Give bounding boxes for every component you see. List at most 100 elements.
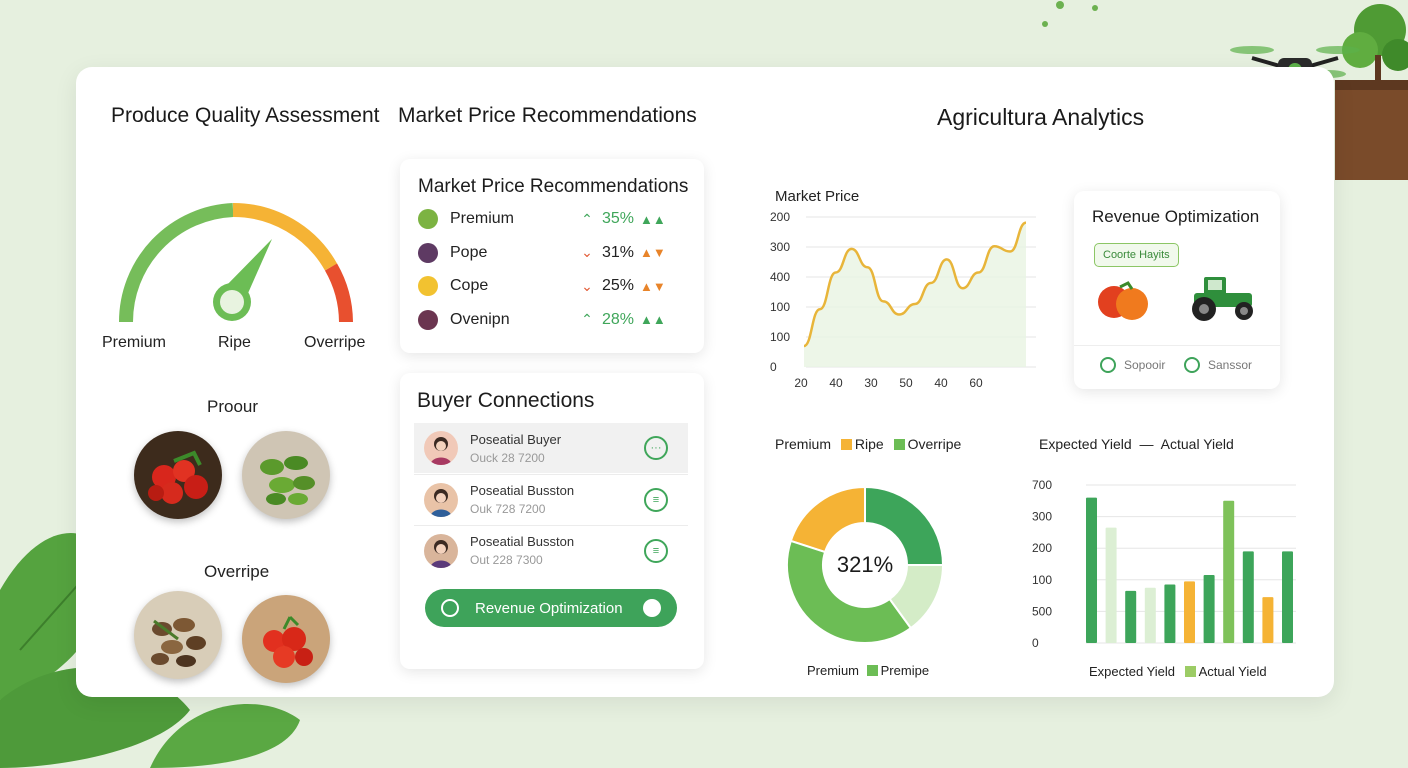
y-tick-label: 0 bbox=[1032, 636, 1039, 650]
contact-card-icon[interactable]: ≡ bbox=[644, 538, 668, 563]
bar-title-expected: Expected Yield bbox=[1039, 436, 1132, 452]
donut-legend-overripe: Overripe bbox=[907, 436, 962, 452]
buyer-connections-card: Buyer Connections Poseatial Buyer Ouck 28… bbox=[400, 373, 704, 669]
line-area bbox=[804, 222, 1026, 367]
yield-bar bbox=[1184, 581, 1195, 643]
produce-dot-icon bbox=[418, 309, 438, 330]
y-tick-label: 200 bbox=[770, 210, 790, 224]
x-tick-label: 50 bbox=[899, 376, 913, 390]
avatar bbox=[424, 533, 458, 568]
bar-legend: Expected Yield Actual Yield bbox=[1089, 664, 1267, 679]
yield-bar bbox=[1125, 590, 1137, 643]
quality-gauge bbox=[118, 202, 353, 323]
buyer-card-title: Buyer Connections bbox=[417, 389, 595, 412]
buyer-row[interactable]: Poseatial Busston Out 228 7300 ≡ bbox=[414, 525, 688, 575]
tractor-icon bbox=[1192, 277, 1253, 321]
search-icon bbox=[441, 599, 459, 617]
tomato-photo bbox=[134, 431, 222, 519]
contact-card-icon[interactable]: ≡ bbox=[644, 487, 668, 512]
premipe-swatch bbox=[866, 665, 878, 676]
market-price-line-chart: 200 300 400 100 100 0 20 40 30 50 40 60 bbox=[770, 210, 1036, 390]
market-row-name: Ovenipn bbox=[450, 310, 510, 328]
yield-bar bbox=[1282, 551, 1293, 643]
avatar bbox=[424, 482, 458, 517]
market-row-pct: 35% bbox=[602, 210, 635, 227]
trend-up-icon: ▲▲ bbox=[640, 211, 666, 227]
chevron-up-icon: ⌃ bbox=[581, 311, 593, 327]
market-price-card: Market Price Recommendations Premium ⌃ 35%… bbox=[400, 159, 704, 353]
tomatoes-icon bbox=[1098, 281, 1148, 320]
line-chart-title: Market Price bbox=[775, 188, 860, 205]
avatar bbox=[424, 431, 458, 465]
produce-dot-icon bbox=[418, 242, 438, 263]
sensor-icon bbox=[1184, 357, 1200, 373]
buyer-row[interactable]: Poseatial Busston Ouk 728 7200 ≡ bbox=[414, 474, 688, 524]
market-price-row[interactable]: Premium ⌃ 35% ▲▲ bbox=[418, 207, 688, 231]
market-section-title: Market Price Recommendations bbox=[398, 104, 697, 127]
yield-bar-chart: 700 300 200 100 500 0 bbox=[1032, 478, 1296, 650]
dashboard-panel: Produce Quality Assessment Market Price … bbox=[76, 67, 1334, 697]
trend-down-icon: ▲▼ bbox=[640, 278, 666, 294]
x-tick-label: 20 bbox=[794, 376, 808, 390]
market-price-row[interactable]: Cope ⌄ 25% ▲▼ bbox=[418, 274, 688, 298]
y-tick-label: 200 bbox=[1032, 541, 1052, 555]
buyer-phone: Ouck 28 7200 bbox=[470, 450, 545, 465]
buyer-name: Poseatial Buyer bbox=[470, 431, 562, 447]
donut-legend-ripe: Ripe bbox=[854, 436, 884, 452]
donut-center-label: 321% bbox=[837, 552, 893, 577]
y-tick-label: 500 bbox=[1032, 604, 1052, 618]
gauge-arc-overripe bbox=[324, 263, 353, 323]
market-price-row[interactable]: Ovenipn ⌃ 28% ▲▲ bbox=[418, 308, 688, 332]
yield-bar bbox=[1203, 575, 1215, 643]
donut-slice bbox=[789, 485, 866, 554]
revenue-footer-left[interactable]: Sopooir bbox=[1124, 358, 1165, 372]
revenue-card-title: Revenue Optimization bbox=[1092, 207, 1260, 226]
y-tick-label: 100 bbox=[770, 300, 790, 314]
bar-legend-expected: Expected Yield bbox=[1089, 664, 1176, 679]
gauge-label-overripe: Overripe bbox=[304, 334, 366, 351]
gauge-label-premium: Premium bbox=[102, 334, 167, 351]
yield-bar bbox=[1223, 500, 1235, 643]
revenue-button-label: Revenue Optimization bbox=[475, 599, 623, 617]
buyer-name: Poseatial Busston bbox=[470, 483, 575, 498]
overripe-swatch bbox=[893, 439, 905, 450]
revenue-footer-right[interactable]: Sanssor bbox=[1208, 358, 1252, 372]
chevron-down-icon: ⌄ bbox=[581, 244, 593, 260]
donut-legend-top: Premium Ripe Overripe bbox=[775, 436, 961, 452]
produce-group1-label: Proour bbox=[207, 397, 259, 416]
y-tick-label: 100 bbox=[770, 330, 790, 344]
green-beans-photo bbox=[242, 431, 330, 519]
gauge-arc-ripe bbox=[232, 202, 338, 271]
revenue-optimization-card: Revenue Optimization Coorte Hayits Sopoo… bbox=[1074, 191, 1280, 389]
produce-dot-icon bbox=[418, 209, 438, 229]
chat-icon[interactable]: ··· bbox=[644, 436, 668, 460]
market-row-pct: 31% bbox=[602, 243, 635, 261]
buyer-name: Poseatial Busston bbox=[470, 534, 575, 549]
y-tick-label: 0 bbox=[770, 360, 777, 374]
donut-legend-premium: Premium bbox=[775, 436, 832, 452]
y-tick-label: 300 bbox=[1032, 510, 1052, 524]
x-tick-label: 40 bbox=[934, 376, 948, 390]
bar-legend-actual: Actual Yield bbox=[1198, 664, 1267, 679]
yield-bar bbox=[1262, 597, 1274, 643]
produce-dot-icon bbox=[418, 276, 438, 296]
trend-down-icon: ▲▼ bbox=[640, 245, 666, 260]
mushrooms-photo bbox=[134, 591, 222, 679]
quality-donut-chart: 321% bbox=[786, 485, 945, 644]
y-tick-label: 400 bbox=[770, 270, 790, 284]
market-row-name: Cope bbox=[450, 277, 489, 294]
buyer-row[interactable]: Poseatial Buyer Ouck 28 7200 ··· bbox=[414, 423, 688, 473]
actual-yield-swatch bbox=[1184, 666, 1196, 677]
y-tick-label: 300 bbox=[770, 240, 790, 254]
bar-title-actual: Actual Yield bbox=[1160, 436, 1234, 452]
yield-bar bbox=[1105, 527, 1117, 643]
x-tick-label: 60 bbox=[969, 376, 983, 390]
revenue-chip[interactable]: Coorte Hayits bbox=[1094, 243, 1179, 267]
donut-legend-bottom-premium: Premium bbox=[807, 663, 860, 678]
market-price-row[interactable]: Pope ⌄ 31% ▲▼ bbox=[418, 241, 688, 265]
buyer-phone: Out 228 7300 bbox=[470, 553, 543, 567]
revenue-optimization-button[interactable]: Revenue Optimization bbox=[425, 589, 677, 627]
pie-icon bbox=[643, 599, 661, 617]
yield-bar bbox=[1086, 497, 1097, 643]
market-row-pct: 25% bbox=[602, 277, 635, 294]
